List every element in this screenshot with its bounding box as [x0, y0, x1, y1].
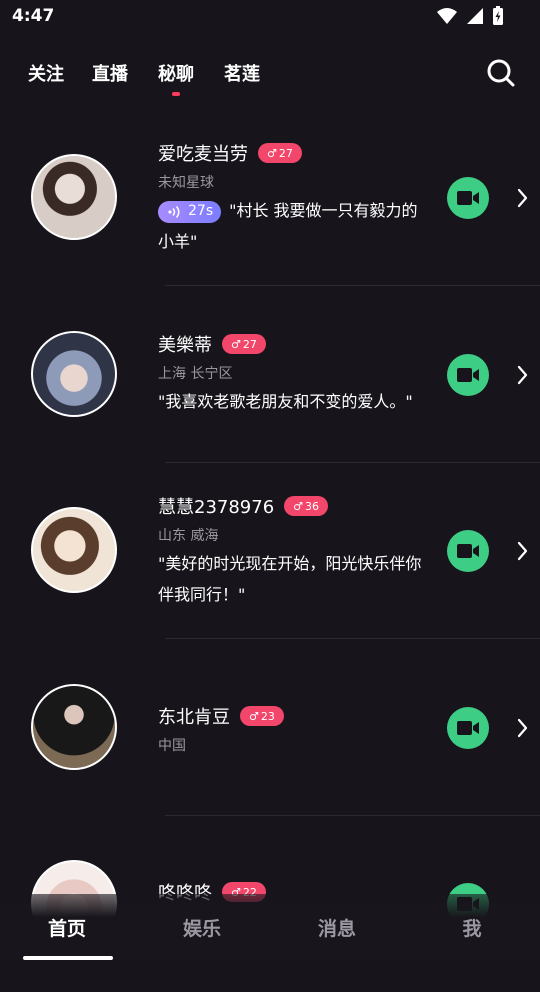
- badge-icon: ♂: [249, 709, 259, 723]
- video-camera-icon: [457, 368, 479, 382]
- tab-secret-chat[interactable]: 秘聊: [158, 60, 194, 96]
- status-time: 4:47: [12, 6, 55, 26]
- user-name: 慧慧2378976: [158, 497, 275, 518]
- nav-entertainment[interactable]: 娱乐: [162, 914, 242, 941]
- badge-icon: ♂: [293, 499, 304, 513]
- name-row: 美樂蒂 ♂ 27: [158, 331, 266, 357]
- level-badge: ♂ 36: [284, 496, 329, 516]
- chevron-right-icon[interactable]: [514, 540, 530, 562]
- avatar[interactable]: [31, 507, 117, 593]
- chevron-right-icon[interactable]: [514, 187, 530, 209]
- sound-wave-icon: [168, 205, 180, 218]
- search-icon[interactable]: [486, 58, 516, 88]
- user-card[interactable]: 爱吃麦当劳 ♂ 27 未知星球 27s "村长 我要做一只有毅力的小羊": [0, 110, 540, 286]
- avatar[interactable]: [31, 684, 117, 770]
- level-badge: ♂ 27: [258, 143, 302, 163]
- user-card[interactable]: 慧慧2378976 ♂ 36 山东 威海 "美好的时光现在开始，阳光快乐伴你 伴我同…: [0, 463, 540, 639]
- user-name: 爱吃麦当劳: [158, 144, 248, 165]
- wifi-icon: [437, 8, 457, 24]
- signal-icon: [467, 8, 483, 24]
- badge-icon: ♂: [267, 146, 277, 160]
- user-location: 上海 长宁区: [158, 366, 233, 382]
- tab-label: 直播: [92, 64, 128, 85]
- bio-line: "我喜欢老歌老朋友和不变的爱人。": [158, 392, 413, 411]
- status-bar: 4:47: [0, 0, 540, 34]
- avatar[interactable]: [31, 331, 117, 417]
- user-name: 东北肯豆: [158, 707, 230, 728]
- level-badge: ♂ 27: [222, 334, 266, 354]
- video-call-button[interactable]: [447, 530, 489, 572]
- user-location: 中国: [158, 738, 186, 754]
- active-tab-indicator: [172, 92, 180, 96]
- tab-minglian[interactable]: 茗莲: [224, 60, 260, 86]
- video-camera-icon: [457, 544, 479, 558]
- status-icons: [436, 6, 504, 26]
- voice-duration: 27s: [188, 203, 214, 219]
- user-card[interactable]: 东北肯豆 ♂ 23 中国: [0, 640, 540, 816]
- level-badge: ♂ 23: [240, 706, 284, 726]
- bio-line: 小羊": [158, 232, 198, 251]
- bio-line: "村长 我要做一只有毅力的: [229, 201, 418, 220]
- nav-me[interactable]: 我: [432, 914, 512, 941]
- voice-intro-button[interactable]: 27s: [158, 200, 222, 223]
- user-bio: "美好的时光现在开始，阳光快乐伴你 伴我同行！": [158, 548, 428, 610]
- avatar[interactable]: [31, 154, 117, 240]
- chevron-right-icon[interactable]: [514, 364, 530, 386]
- video-camera-icon: [457, 191, 479, 205]
- nav-label: 首页: [47, 918, 86, 940]
- badge-icon: ♂: [231, 337, 241, 351]
- chevron-right-icon[interactable]: [514, 717, 530, 739]
- level-value: 27: [242, 337, 257, 351]
- bio-line: 伴我同行！": [158, 585, 246, 604]
- bio-line: "美好的时光现在开始，阳光快乐伴你: [158, 554, 422, 573]
- tab-label: 茗莲: [224, 64, 260, 85]
- video-camera-icon: [457, 721, 479, 735]
- divider: [165, 285, 540, 286]
- level-value: 23: [260, 709, 275, 723]
- video-call-button[interactable]: [447, 177, 489, 219]
- user-name: 美樂蒂: [158, 335, 212, 356]
- nav-messages[interactable]: 消息: [297, 914, 377, 941]
- top-tab-bar: 关注 直播 秘聊 茗莲: [0, 52, 540, 102]
- nav-label: 娱乐: [182, 918, 221, 940]
- tab-live[interactable]: 直播: [92, 60, 128, 86]
- user-bio: "我喜欢老歌老朋友和不变的爱人。": [158, 386, 448, 417]
- level-value: 36: [305, 499, 320, 513]
- tab-label: 秘聊: [158, 64, 194, 85]
- bottom-nav: 首页 娱乐 消息 我: [0, 894, 540, 960]
- user-location: 山东 威海: [158, 528, 219, 544]
- tab-follow[interactable]: 关注: [28, 60, 64, 86]
- video-call-button[interactable]: [447, 707, 489, 749]
- user-card[interactable]: 美樂蒂 ♂ 27 上海 长宁区 "我喜欢老歌老朋友和不变的爱人。": [0, 287, 540, 463]
- tab-label: 关注: [28, 64, 64, 85]
- level-value: 27: [278, 146, 293, 160]
- name-row: 慧慧2378976 ♂ 36: [158, 493, 329, 519]
- battery-icon: [493, 6, 503, 25]
- nav-label: 消息: [317, 918, 356, 940]
- nav-home[interactable]: 首页: [27, 914, 107, 941]
- nav-label: 我: [462, 918, 482, 940]
- name-row: 东北肯豆 ♂ 23: [158, 703, 284, 729]
- divider: [165, 638, 540, 639]
- user-location: 未知星球: [158, 175, 214, 191]
- video-call-button[interactable]: [447, 354, 489, 396]
- name-row: 爱吃麦当劳 ♂ 27: [158, 140, 302, 166]
- user-bio: 27s "村长 我要做一只有毅力的小羊": [158, 195, 428, 257]
- home-indicator: [23, 956, 113, 960]
